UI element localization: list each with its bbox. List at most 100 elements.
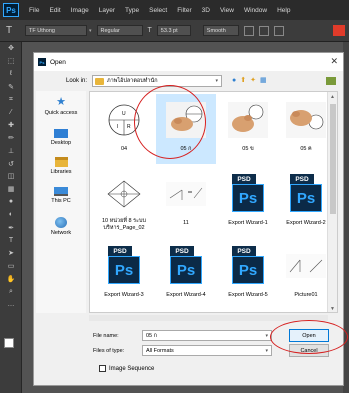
type-tool-side-icon[interactable]: T [0,234,22,247]
cancel-button[interactable]: Cancel [289,344,329,357]
view-menu-icon[interactable]: ▦ [260,76,267,84]
file-thumbnail: PSD Ps [226,172,270,216]
menu-help[interactable]: Help [277,7,290,14]
menu-edit[interactable]: Edit [49,7,60,14]
chevron-down-icon[interactable]: ▾ [265,333,268,339]
vertical-scrollbar[interactable]: ▲ ▼ [327,92,337,312]
font-style-value: Regular [100,27,120,34]
tools-panel: ✥ ⬚ ℓ ✎ ⌗ ⁄ ✚ ✏ ⊥ ↺ ◫ ▦ ● ◐ ✒ T ➤ ▭ ✋ ⌕ … [0,42,22,393]
crop-tool-icon[interactable]: ⌗ [0,93,22,106]
horizontal-scrollbar[interactable] [89,315,328,321]
menu-window[interactable]: Window [244,7,267,14]
file-item[interactable]: PSD Ps Export Wizard-1 [218,168,278,238]
star-icon: ★ [56,96,66,108]
file-item[interactable]: PSD Ps Export Wizard-4 [156,240,216,310]
healing-tool-icon[interactable]: ✚ [0,119,22,132]
chevron-up-icon[interactable]: ▲ [330,94,335,100]
place-this-pc[interactable]: This PC [36,187,86,204]
zoom-tool-icon[interactable]: ⌕ [0,285,22,298]
chevron-down-icon: ▾ [215,78,218,84]
menu-layer[interactable]: Layer [99,7,115,14]
file-type-label: Files of type: [93,348,125,354]
path-select-tool-icon[interactable]: ➤ [0,247,22,260]
type-tool-icon[interactable]: T [6,25,20,36]
file-type-select[interactable]: All Formats ▾ [142,345,272,356]
hand-tool-icon[interactable]: ✋ [0,272,22,285]
up-folder-icon[interactable]: ⬆ [240,76,246,84]
file-name-value: 05 ก [146,332,157,339]
menu-type[interactable]: Type [125,7,139,14]
place-label: This PC [51,198,71,204]
align-center-icon[interactable] [258,25,269,36]
font-size-value: 53.3 pt [160,27,178,34]
libraries-icon [54,157,68,167]
lasso-tool-icon[interactable]: ℓ [0,68,22,81]
close-icon[interactable]: ✕ [330,56,338,67]
antialias-select[interactable]: Smooth [202,25,239,36]
place-libraries[interactable]: Libraries [36,157,86,175]
file-type-value: All Formats [146,347,174,354]
blur-tool-icon[interactable]: ● [0,196,22,209]
dodge-tool-icon[interactable]: ◐ [0,208,22,221]
move-tool-icon[interactable]: ✥ [0,42,22,55]
svg-text:I: I [117,124,118,130]
psd-file-icon: PSD Ps [230,174,266,214]
dialog-titlebar: Ps Open ✕ [34,53,343,71]
nav-icons: ● ⬆ ✦ ▦ [232,76,271,85]
menu-filter[interactable]: Filter [177,7,191,14]
file-item[interactable]: 05 ข [218,94,278,164]
font-style-select[interactable]: Regular [96,25,143,36]
file-name: 11 [183,220,189,226]
stamp-tool-icon[interactable]: ⊥ [0,144,22,157]
font-size-icon: T [147,27,152,34]
file-name: 05 ก [180,146,192,152]
new-folder-icon[interactable]: ✦ [250,76,256,84]
quick-select-tool-icon[interactable]: ✎ [0,80,22,93]
foreground-color[interactable] [4,338,14,348]
file-item[interactable]: 11 [156,168,216,238]
eyedropper-tool-icon[interactable]: ⁄ [0,106,22,119]
menu-image[interactable]: Image [71,7,89,14]
brush-tool-icon[interactable]: ✏ [0,132,22,145]
image-sequence-checkbox[interactable] [99,365,106,372]
file-item[interactable]: PSD Ps Export Wizard-5 [218,240,278,310]
align-right-icon[interactable] [273,25,284,36]
psd-logo: Ps [108,256,140,284]
file-item-selected[interactable]: 05 ก [156,94,216,164]
look-in-select[interactable]: ภาพไอ้ปลาตอบทำนัก ▾ [92,75,222,87]
open-button[interactable]: Open [289,329,329,342]
look-in-value: ภาพไอ้ปลาตอบทำนัก [107,78,158,84]
menu-select[interactable]: Select [149,7,167,14]
file-item[interactable]: PSD Ps Export Wizard-3 [94,240,154,310]
font-size-select[interactable]: 53.3 pt [156,25,191,36]
preview-toggle-icon[interactable] [326,77,336,85]
menu-3d[interactable]: 3D [202,7,210,14]
more-tools-icon[interactable]: … [0,298,22,311]
place-quick-access[interactable]: ★ Quick access [36,96,86,117]
pen-tool-icon[interactable]: ✒ [0,221,22,234]
image-sequence-option[interactable]: Image Sequence [99,365,154,372]
back-icon[interactable]: ● [232,77,236,84]
file-item[interactable]: 10 หน่วยที่ 8 ระบบ บริหาร_Page_02 [94,168,154,238]
chevron-down-icon[interactable]: ▼ [330,306,335,312]
gradient-tool-icon[interactable]: ▦ [0,183,22,196]
file-item[interactable]: U I R 04 [94,94,154,164]
place-network[interactable]: Network [36,217,86,236]
place-label: Quick access [44,110,78,116]
eraser-tool-icon[interactable]: ◫ [0,170,22,183]
shape-tool-icon[interactable]: ▭ [0,260,22,273]
place-desktop[interactable]: Desktop [36,129,86,146]
image-sequence-label: Image Sequence [109,365,155,372]
menu-file[interactable]: File [29,7,39,14]
file-thumbnail: PSD Ps [164,244,208,288]
menu-view[interactable]: View [220,7,234,14]
text-color-swatch[interactable] [333,25,345,36]
history-brush-tool-icon[interactable]: ↺ [0,157,22,170]
file-name: Export Wizard-4 [166,292,206,298]
file-name-input[interactable]: 05 ก ▾ [142,330,272,341]
scrollbar-thumb[interactable] [330,104,336,214]
align-left-icon[interactable] [243,25,254,36]
marquee-tool-icon[interactable]: ⬚ [0,55,22,68]
file-name: 04 [120,146,128,152]
font-family-select[interactable]: TF Uthong [25,25,87,36]
